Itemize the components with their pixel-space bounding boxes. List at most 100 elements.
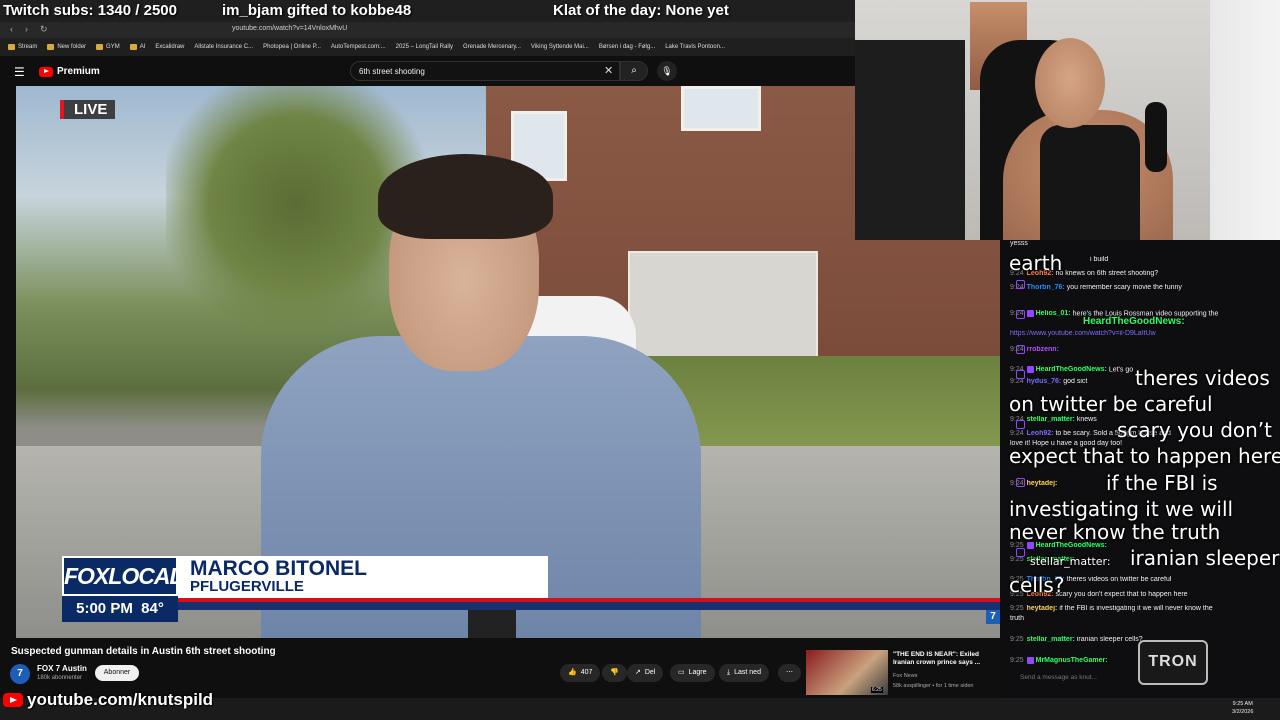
bookmark-item[interactable]: Stream bbox=[8, 44, 37, 50]
bookmarks-bar: Stream New folder GYM AI Excalidraw Alls… bbox=[0, 38, 855, 56]
chat-mod-icon[interactable] bbox=[1016, 280, 1025, 289]
video-player[interactable]: LIVE FOXLOCAL 5:00 PM 84° MARCO BITONEL … bbox=[16, 86, 1000, 638]
caption-text: scary you don’t bbox=[1117, 418, 1272, 442]
caption-text: on twitter be careful bbox=[1009, 392, 1213, 416]
recommended-channel[interactable]: Fox News bbox=[893, 673, 917, 679]
channel-bug: 7 bbox=[986, 610, 1000, 624]
lower-third-blue-stripe bbox=[178, 602, 1000, 610]
chat-message: 9:24 rrobzenn: bbox=[1010, 346, 1059, 353]
chat-mod-icon[interactable] bbox=[1016, 345, 1025, 354]
folder-icon bbox=[96, 44, 104, 50]
bookmark-item[interactable]: Grenade Mercenary... bbox=[463, 44, 521, 50]
clock-date: 3/2/2026 bbox=[1232, 709, 1254, 715]
youtube-icon bbox=[39, 66, 53, 77]
caption-text: earth bbox=[1009, 251, 1063, 275]
bookmark-item[interactable]: AutoTempest.com:... bbox=[331, 44, 386, 50]
youtube-logo[interactable]: Premium bbox=[39, 66, 100, 77]
recommended-title[interactable]: "THE END IS NEAR": Exiled Iranian crown … bbox=[893, 651, 983, 667]
reporter-name: MARCO BITONEL bbox=[190, 557, 367, 580]
thumbs-up-icon: 👍 bbox=[568, 669, 577, 676]
chat-message: i build bbox=[1090, 256, 1109, 263]
chat-mod-icon[interactable] bbox=[1016, 420, 1025, 429]
bookmark-item[interactable]: GYM bbox=[96, 44, 120, 50]
share-icon: ↗ bbox=[635, 669, 641, 676]
microphone-icon: 🎙 bbox=[661, 66, 673, 76]
url-text[interactable]: youtube.com/watch?v=14VnloxMhvU bbox=[232, 25, 347, 32]
chat-mod-icon[interactable] bbox=[1016, 310, 1025, 319]
search-button[interactable]: ⌕ bbox=[620, 61, 648, 81]
save-button[interactable]: ▭ Lagre bbox=[670, 664, 715, 682]
klat-text: Klat of the day: None yet bbox=[553, 2, 729, 19]
voice-search-button[interactable]: 🎙 bbox=[657, 61, 677, 81]
chat-input[interactable]: Send a message as knut... bbox=[1020, 674, 1260, 688]
streamer-head bbox=[1035, 38, 1105, 128]
chat-mod-icon[interactable] bbox=[1016, 370, 1025, 379]
bookmark-item[interactable]: Excalidraw bbox=[155, 44, 184, 50]
caption-user: stellar_matter: bbox=[1030, 555, 1111, 568]
youtube-channel-banner: youtube.com/knutspild bbox=[3, 690, 213, 710]
chat-mod-icon[interactable] bbox=[1016, 548, 1025, 557]
broadcast-time: 5:00 PM bbox=[76, 600, 133, 617]
bookmark-item[interactable]: Børsen i dag - Følg... bbox=[599, 44, 655, 50]
live-badge: LIVE bbox=[60, 100, 116, 119]
download-icon: ⤓ bbox=[727, 669, 731, 676]
chat-link[interactable]: https://www.youtube.com/watch?v=il-D9LaI… bbox=[1010, 330, 1278, 337]
gift-alert-text: im_bjam gifted to kobbe48 bbox=[222, 2, 412, 19]
bookmark-item[interactable]: AI bbox=[129, 44, 145, 50]
share-button[interactable]: ↗ Del bbox=[627, 664, 664, 682]
time-temp-box: 5:00 PM 84° bbox=[62, 596, 178, 622]
search-input[interactable]: 6th street shooting bbox=[350, 61, 620, 81]
bookmark-item[interactable]: Photopea | Online P... bbox=[263, 44, 321, 50]
bookmark-item[interactable]: Viking Syttende Mai... bbox=[531, 44, 589, 50]
streamer-shirt bbox=[1040, 125, 1140, 240]
reporter-location: PFLUGERVILLE bbox=[190, 578, 304, 595]
download-button[interactable]: ⤓ Last ned bbox=[719, 664, 769, 682]
webcam-window bbox=[1210, 0, 1280, 240]
clear-search-icon[interactable]: ✕ bbox=[604, 64, 613, 77]
more-actions-button[interactable]: ⋯ bbox=[778, 664, 801, 682]
caption-text: cells? bbox=[1009, 573, 1065, 597]
sub-goal-text: Twitch subs: 1340 / 2500 bbox=[3, 2, 177, 19]
subscribe-button[interactable]: Abonner bbox=[95, 665, 139, 681]
dislike-button[interactable]: 👎 bbox=[602, 664, 627, 682]
chat-message: yesss bbox=[1010, 240, 1028, 247]
folder-icon bbox=[8, 44, 15, 50]
more-icon: ⋯ bbox=[786, 669, 793, 676]
reload-icon[interactable]: ↻ bbox=[40, 24, 48, 35]
thumbs-down-icon: 👎 bbox=[610, 669, 619, 676]
caption-text: never know the truth bbox=[1009, 520, 1221, 544]
caption-text: if the FBI is bbox=[1106, 471, 1218, 495]
channel-avatar[interactable]: 7 bbox=[10, 664, 30, 684]
forward-icon[interactable]: › bbox=[25, 24, 28, 34]
chat-message: 9:25 heytadej: if the FBI is investigating… bbox=[1010, 605, 1213, 612]
clock-time: 9:25 AM bbox=[1232, 701, 1253, 707]
bookmark-item[interactable]: 2025 – LongTail Rally bbox=[396, 44, 453, 50]
caption-text: expect that to happen here bbox=[1009, 444, 1280, 468]
caption-highlight-user: HeardTheGoodNews: bbox=[1083, 316, 1185, 327]
back-icon[interactable]: ‹ bbox=[10, 24, 13, 34]
news-brand-logo: FOXLOCAL bbox=[62, 556, 184, 596]
youtube-icon bbox=[3, 693, 23, 707]
stream-overlay-top: Twitch subs: 1340 / 2500 im_bjam gifted … bbox=[0, 0, 855, 22]
broadcast-temp: 84° bbox=[141, 600, 164, 617]
menu-icon[interactable]: ☰ bbox=[14, 65, 25, 79]
webcam-feed bbox=[855, 0, 1280, 240]
system-clock[interactable]: 9:25 AM 3/2/2026 bbox=[1232, 700, 1253, 716]
like-button[interactable]: 👍 407 bbox=[560, 664, 601, 682]
browser-address-bar[interactable] bbox=[0, 22, 855, 38]
folder-icon bbox=[129, 44, 137, 50]
channel-name[interactable]: FOX 7 Austin bbox=[37, 664, 87, 673]
bookmark-item[interactable]: New folder bbox=[47, 44, 86, 50]
chat-mod-icon[interactable] bbox=[1016, 478, 1025, 487]
chat-message: 9:24 Thorbn_76: you remember scary movie t… bbox=[1010, 284, 1182, 291]
bookmark-item[interactable]: Allstate Insurance C... bbox=[194, 44, 253, 50]
video-scene-window bbox=[681, 86, 761, 131]
recommended-views: 58k avspillinger • for 1 time siden bbox=[893, 683, 974, 689]
streamer-microphone bbox=[1145, 102, 1167, 172]
bookmark-item[interactable]: Lake Travis Pontoon... bbox=[665, 44, 725, 50]
caption-text: iranian sleeper bbox=[1130, 546, 1280, 570]
caption-text: investigating it we will bbox=[1009, 497, 1234, 521]
video-scene-garage bbox=[628, 251, 818, 361]
bookmark-icon: ▭ bbox=[678, 669, 685, 676]
webcam-shelf bbox=[855, 40, 965, 240]
